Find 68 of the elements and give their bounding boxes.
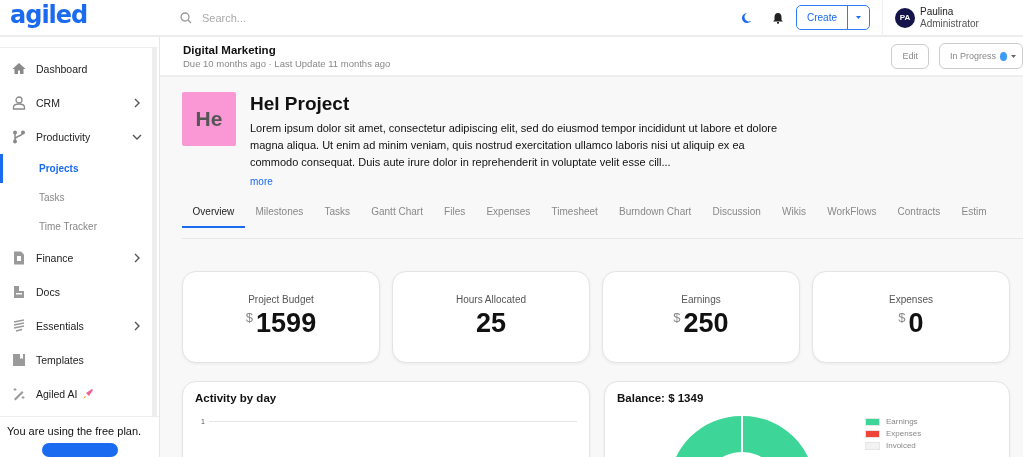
tab[interactable]: Milestones	[244, 201, 314, 228]
user-role: Administrator	[920, 17, 979, 30]
user-name: Paulina	[920, 5, 955, 18]
plan-button[interactable]	[42, 443, 118, 457]
more-link[interactable]: more	[250, 176, 273, 187]
branch-icon	[12, 130, 26, 144]
sidebar-item[interactable]: Dashboard	[0, 52, 152, 86]
sidebar-item[interactable]: Essentials	[0, 309, 152, 343]
tab[interactable]: Discussion	[701, 201, 772, 228]
stat-value: 1599	[256, 308, 317, 339]
project-name: Hel Project	[250, 93, 351, 115]
tab[interactable]: Expenses	[475, 201, 541, 228]
logo[interactable]: agiled	[10, 0, 180, 29]
tab[interactable]: Files	[433, 201, 476, 228]
caret-icon	[856, 16, 861, 19]
edit-button[interactable]: Edit	[891, 43, 929, 69]
stat-value: 0	[908, 308, 924, 339]
file-icon	[12, 251, 26, 265]
tab[interactable]: Burndown Chart	[608, 201, 702, 228]
status-dot	[1000, 51, 1007, 61]
plan-notice: You are using the free plan.	[0, 416, 159, 441]
stat-label: Project Budget	[248, 294, 314, 305]
stat-label: Hours Allocated	[455, 294, 526, 305]
legend-label: Expenses	[886, 429, 922, 438]
tab[interactable]: WorkFlows	[816, 201, 887, 228]
stat-value: 250	[683, 308, 729, 339]
sidebar-item[interactable]: Productivity	[0, 120, 152, 154]
layers-icon	[12, 319, 26, 333]
chart-title: Activity by day	[195, 392, 278, 404]
stat-label: Expenses	[889, 294, 933, 305]
chart-title: Balance: $ 1349	[617, 392, 705, 404]
tab[interactable]: Timesheet	[540, 201, 609, 228]
person-icon	[12, 96, 26, 110]
sidebar-subitem[interactable]: Tasks	[0, 183, 152, 212]
page-title: Digital Marketing	[183, 43, 277, 56]
moon-icon[interactable]	[740, 11, 752, 24]
bell-icon[interactable]	[772, 11, 784, 24]
sidebar-subitem[interactable]: Time Tracker	[0, 212, 152, 241]
user-avatar[interactable]: PA	[895, 7, 915, 28]
project-description: Lorem ipsum dolor sit amet, consectetur adipiscing elit, sed do eiusmod tempor incididunt ut labore et dolore magna aliqua. Ut enim ad minim veniam, quis nostrud exercitation ullamco laboris nisi ut aliquip ex ea commodo consequat. Duis aute irure dolor in reprehenderit in voluptate velit esse cill...	[250, 121, 779, 170]
currency-sign: $	[898, 310, 906, 325]
document-icon	[12, 285, 26, 299]
sidebar-item[interactable]: Docs	[0, 275, 152, 309]
tab[interactable]: Tasks	[313, 201, 361, 228]
tab[interactable]: Gantt Chart	[360, 201, 434, 228]
status-dropdown[interactable]: In Progress	[939, 43, 1023, 69]
currency-sign: $	[245, 310, 254, 325]
sidebar-item[interactable]: Finance	[0, 241, 152, 275]
sidebar-item[interactable]: Agiled AI	[0, 377, 152, 411]
house-icon	[12, 62, 26, 76]
sidebar-item[interactable]: CRM	[0, 86, 152, 120]
tab[interactable]: Overview	[182, 201, 245, 228]
tab[interactable]: Wikis	[771, 201, 817, 228]
tab[interactable]: Contracts	[887, 201, 951, 228]
project-meta: Due 10 months ago · Last Update 11 months ago	[183, 57, 392, 69]
search-icon	[180, 11, 192, 24]
sidebar-item[interactable]: Templates	[0, 343, 152, 377]
stat-value: 25	[475, 308, 506, 339]
caret-icon	[1011, 54, 1016, 58]
project-avatar: He	[182, 92, 236, 146]
wand-icon	[12, 387, 26, 401]
legend-label: Invoiced	[886, 441, 916, 450]
tab[interactable]: Estim	[950, 201, 998, 228]
legend-label: Earnings	[886, 417, 918, 426]
sidebar-subitem[interactable]: Projects	[0, 154, 152, 183]
currency-sign: $	[673, 310, 681, 325]
book-icon	[12, 353, 26, 367]
stat-label: Earnings	[681, 294, 721, 305]
